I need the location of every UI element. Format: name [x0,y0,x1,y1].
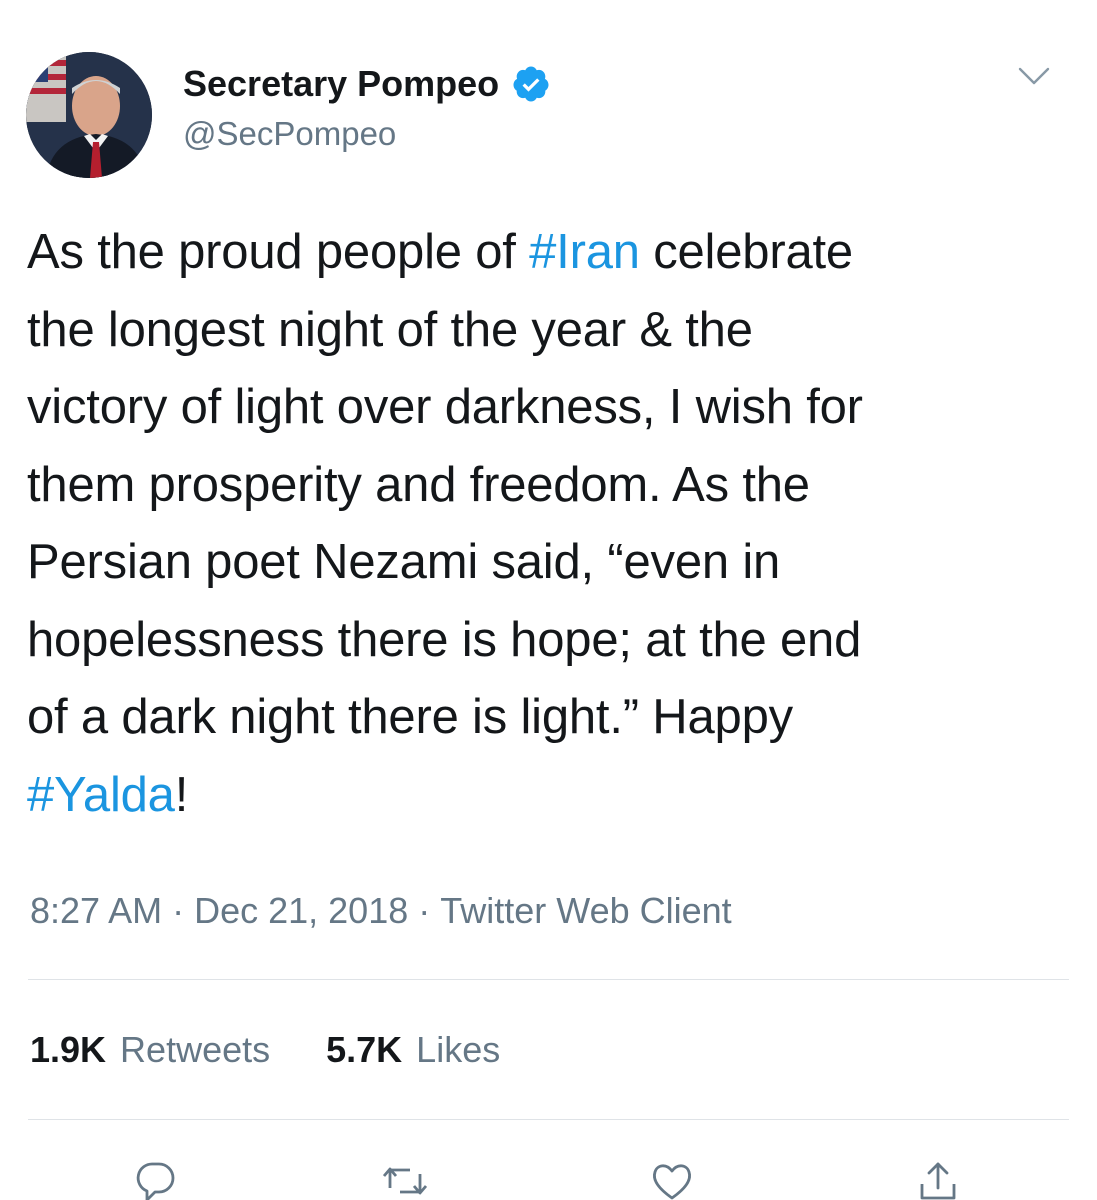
retweets-label: Retweets [120,1029,271,1070]
meta-separator: · [418,890,431,931]
likes-stat[interactable]: 5.7K Likes [326,1026,500,1074]
tweet-text-line: the longest night of the year & the [27,292,1077,370]
like-icon[interactable] [647,1158,697,1200]
tweet-text-segment: of a dark night there is light.” Happy [27,690,793,744]
tweet-text-line: of a dark night there is light.” Happy [27,679,1077,757]
verified-badge-icon [511,64,551,104]
hashtag-link[interactable]: #Iran [529,225,640,279]
handle[interactable]: @SecPompeo [183,112,396,156]
display-name[interactable]: Secretary Pompeo [183,62,551,106]
retweet-icon[interactable] [380,1158,430,1200]
tweet-text-line: hopelessness there is hope; at the end [27,602,1077,680]
reply-icon[interactable] [131,1158,181,1200]
tweet-text: As the proud people of #Iran celebrate th… [27,214,1077,834]
hashtag-link[interactable]: #Yalda [27,768,175,822]
tweet-detail: Secretary Pompeo @SecPompeo As the proud… [0,0,1097,1200]
tweet-date[interactable]: Dec 21, 2018 [194,890,408,931]
tweet-text-segment: hopelessness there is hope; at the end [27,612,862,667]
action-bar [0,1150,1097,1200]
tweet-text-segment: the longest night of the year & the [27,302,753,357]
tweet-text-segment: Persian poet Nezami said, “even in [27,535,781,589]
avatar[interactable] [26,52,152,178]
tweet-text-segment: them prosperity and freedom. As the [27,457,810,512]
display-name-text: Secretary Pompeo [183,63,500,104]
tweet-text-segment: celebrate [639,225,853,279]
meta-separator: · [172,890,185,931]
tweet-text-line: them prosperity and freedom. As the [27,447,1077,525]
profile-photo-icon [26,52,152,178]
tweet-text-line: victory of light over darkness, I wish f… [27,369,1077,447]
share-icon[interactable] [913,1158,963,1200]
retweets-count: 1.9K [30,1029,107,1070]
tweet-client[interactable]: Twitter Web Client [440,890,731,931]
chevron-down-icon[interactable] [1017,64,1051,88]
tweet-text-segment: victory of light over darkness, I wish f… [27,380,863,434]
divider [28,979,1069,980]
tweet-meta: 8:27 AM · Dec 21, 2018 · Twitter Web Client [30,888,732,934]
tweet-time[interactable]: 8:27 AM [30,890,162,931]
tweet-text-segment: As the proud people of [27,225,530,279]
tweet-stats: 1.9K Retweets 5.7K Likes [30,1026,556,1074]
tweet-text-line: As the proud people of #Iran celebrate [27,214,1077,292]
likes-label: Likes [416,1029,501,1070]
tweet-text-line: #Yalda! [27,757,1077,835]
retweets-stat[interactable]: 1.9K Retweets [30,1026,270,1074]
likes-count: 5.7K [326,1029,403,1070]
divider [28,1119,1069,1120]
tweet-text-line: Persian poet Nezami said, “even in [27,524,1077,602]
tweet-text-segment: ! [174,767,189,822]
